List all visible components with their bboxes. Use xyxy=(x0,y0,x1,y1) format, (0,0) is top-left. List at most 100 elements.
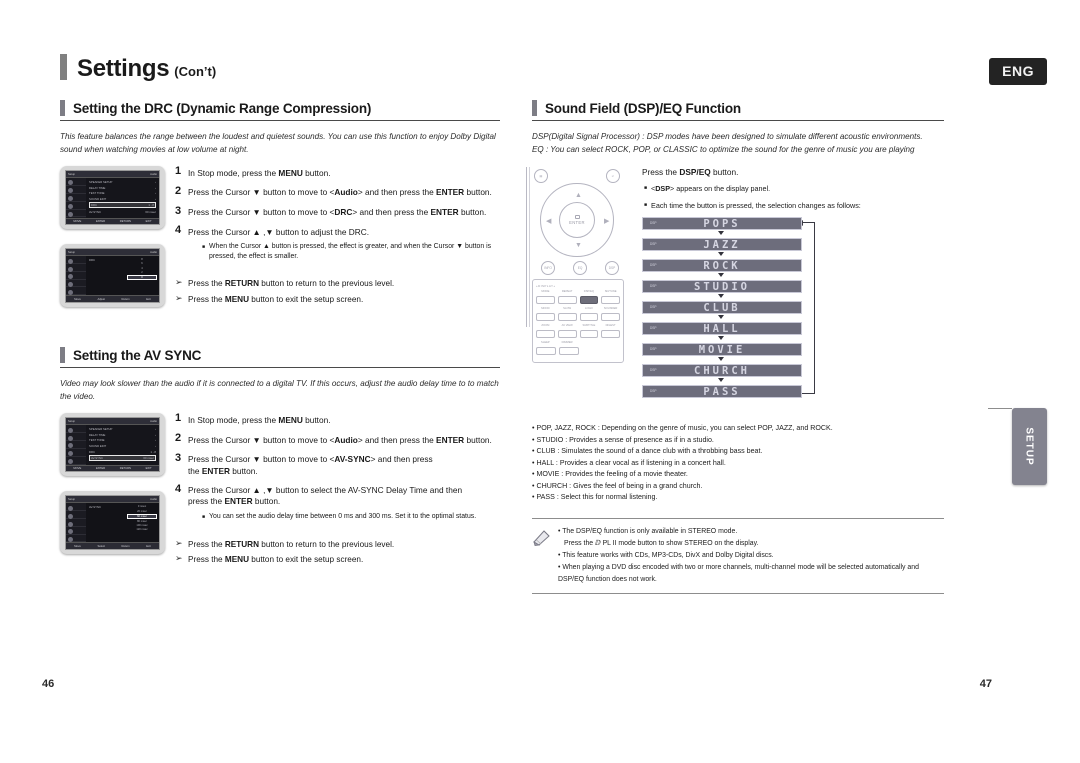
desc-item: • HALL : Provides a clear vocal as if li… xyxy=(532,458,726,467)
grid-row-labels: SLEEP DIMMER xyxy=(541,340,573,344)
remote-divider-line-2 xyxy=(529,167,530,328)
dsp-mode-row: DSP ROCK xyxy=(642,259,802,273)
title-accent-bar xyxy=(60,54,67,80)
tv-option: 120 msec xyxy=(136,528,148,532)
right-column: Sound Field (DSP)/EQ Function DSP(Digita… xyxy=(526,100,944,595)
drc-heading-rule xyxy=(60,120,500,121)
remote-grid-button xyxy=(601,295,620,304)
avsync-heading-text: Setting the AV SYNC xyxy=(73,347,202,363)
cursor-down-icon: ▼ xyxy=(575,242,582,250)
remote-grid-button xyxy=(536,346,556,355)
step-text: Press the Cursor ▼ button to move to <AV… xyxy=(188,454,433,476)
drc-intro: This feature balances the range between … xyxy=(60,132,496,155)
step-number: 4 xyxy=(175,224,182,237)
note-text: Press the MENU button to exit the setup … xyxy=(188,555,364,565)
language-badge: ENG xyxy=(989,58,1047,85)
avsync-steps: 1 In Stop mode, press the MENU button. 2… xyxy=(175,413,500,567)
avsync-heading-rule xyxy=(60,367,500,369)
section-avsync: Setting the AV SYNC Video may look slowe… xyxy=(60,347,500,568)
grid-row-labels: MOOD SLOW LOGO SOUNDER xyxy=(541,306,618,310)
dsp-arrow-down-icon xyxy=(642,230,817,238)
tv-menu-row: DRC xyxy=(89,449,96,454)
press-dsp-line: Press the DSP/EQ button. xyxy=(642,167,739,178)
step-text: Press the Cursor ▼ button to move to <Au… xyxy=(188,187,492,198)
dsp-instructions: Press the DSP/EQ button. ■ <DSP> appears… xyxy=(628,167,944,399)
desc-item: • STUDIO : Provides a sense of presence … xyxy=(532,435,714,444)
dsp-mode-name: ROCK xyxy=(703,259,741,272)
tv-menu-row-selected: DRC xyxy=(91,203,98,208)
tv-corner: Audio xyxy=(150,497,157,501)
note-text: Press the MENU button to exit the setup … xyxy=(188,294,364,304)
step-text: In Stop mode, press the MENU button. xyxy=(188,414,331,425)
note-item: ➢ Press the RETURN button to return to t… xyxy=(175,537,500,553)
cursor-right-icon: ▶ xyxy=(604,218,610,226)
dsp-mode-name: MOVIE xyxy=(698,343,746,356)
step-item: 4 Press the Cursor ▲ ,▼ button to select… xyxy=(175,483,500,523)
note-arrow-icon: ➢ xyxy=(175,276,183,287)
title-sub-text: (Con’t) xyxy=(174,64,217,79)
enter-glyph-icon xyxy=(574,215,580,220)
note-box-text: • The DSP/EQ function is only available … xyxy=(558,526,944,585)
note-item: ➢ Press the RETURN button to return to t… xyxy=(175,276,500,292)
drc-steps: 1 In Stop mode, press the MENU button. 2… xyxy=(175,166,500,307)
dsp-mode-name: HALL xyxy=(703,322,741,335)
dsp-heading-text: Sound Field (DSP)/EQ Function xyxy=(545,100,741,116)
note-item: ➢ Press the MENU button to exit the setu… xyxy=(175,552,500,568)
bullet-square-icon: ■ xyxy=(202,513,206,520)
enter-label: ENTER xyxy=(569,220,585,226)
dsp-intro: DSP(Digital Signal Processor) : DSP mode… xyxy=(532,130,944,156)
tv-option-selected: 60 msec xyxy=(127,513,157,519)
note-arrow-icon: ➢ xyxy=(175,553,183,564)
eq-button-icon: EQ xyxy=(573,261,587,276)
note-box-line: • When playing a DVD disc encoded with t… xyxy=(558,563,919,583)
note-box-line: • This feature works with CDs, MP3-CDs, … xyxy=(558,551,774,559)
remote-grid-button xyxy=(601,312,620,321)
section-accent-bar xyxy=(532,100,537,116)
tv-screenshot-drc-menu: Setup Audio SPEAKER SETUP › DELAY TIME › TE… xyxy=(60,166,165,230)
remote-grid-button xyxy=(579,312,599,321)
loop-line-bottom xyxy=(802,393,815,395)
tv-drc-label: DRC xyxy=(89,258,96,263)
tv-corner: Audio xyxy=(150,172,157,176)
step-text: Press the Cursor ▼ button to move to <Au… xyxy=(188,434,492,445)
tv-menu-row: TEST TONE xyxy=(89,438,105,443)
tv-menu-row: SOUND EDIT xyxy=(89,196,107,201)
grid-label: +DISPLAY+ xyxy=(536,284,556,289)
dsp-arrow-down-icon xyxy=(642,335,817,343)
dsp-mode-row: DSP CHURCH xyxy=(642,364,802,378)
dsp-mode-name: POPS xyxy=(703,217,741,230)
dsp-mode-row: DSP HALL xyxy=(642,322,802,336)
remote-grid-button xyxy=(536,329,555,338)
tv-corner: Audio xyxy=(150,250,157,254)
grid-row xyxy=(536,295,620,304)
tv-title: Setup xyxy=(68,172,76,176)
substep-text: When the Cursor ▲ button is pressed, the… xyxy=(209,242,492,260)
tv-menu-row-selected: AV-SYNC xyxy=(91,456,104,461)
bullet-square-icon: ■ xyxy=(644,201,648,208)
tv-scale-value: 4 xyxy=(141,266,143,270)
remote-mid-buttons: INFO EQ DSP xyxy=(532,261,628,276)
dsp-bullet-2: ■ Each time the button is pressed, the s… xyxy=(644,201,944,211)
tv-option: 80 msec xyxy=(137,520,147,523)
dsp-mode-row: DSP MOVIE xyxy=(642,343,802,357)
tv-menu-row: TEST TONE xyxy=(89,191,105,196)
tv-menu-row: DELAY TIME xyxy=(89,432,106,437)
dsp-intro-line1: DSP(Digital Signal Processor) : DSP mode… xyxy=(532,132,923,141)
tv-menu-row: AV-SYNC xyxy=(89,209,102,214)
left-column: Setting the DRC (Dynamic Range Compressi… xyxy=(60,100,500,568)
tv-scale-value: 2 xyxy=(141,270,143,274)
setup-tab-label: SETUP xyxy=(1024,427,1035,466)
step-item: 2 Press the Cursor ▼ button to move to <… xyxy=(175,433,500,446)
note-text: Press the RETURN button to return to the… xyxy=(188,539,395,549)
tv-footer-btn: Exit xyxy=(146,297,151,301)
info-button-icon: INFO xyxy=(541,261,555,276)
step-text: Press the Cursor ▲ ,▼ button to adjust t… xyxy=(188,226,370,237)
dsp-mode-row: DSP POPS xyxy=(642,217,802,231)
bullet-square-icon: ■ xyxy=(644,185,648,192)
tv-footer-btn: Move xyxy=(74,297,81,301)
dsp-mode-sequence: DSP POPS DSP JAZZ DSP ROCK DSP STUDIO DS… xyxy=(642,217,817,399)
avsync-thumbnails: Setup Audio SPEAKER SETUP › DELAY TIME › TE… xyxy=(60,413,175,567)
dsp-mode-row: DSP JAZZ xyxy=(642,238,802,252)
tv-scale-value: 8 xyxy=(141,258,143,262)
enter-button: ENTER xyxy=(559,202,595,239)
